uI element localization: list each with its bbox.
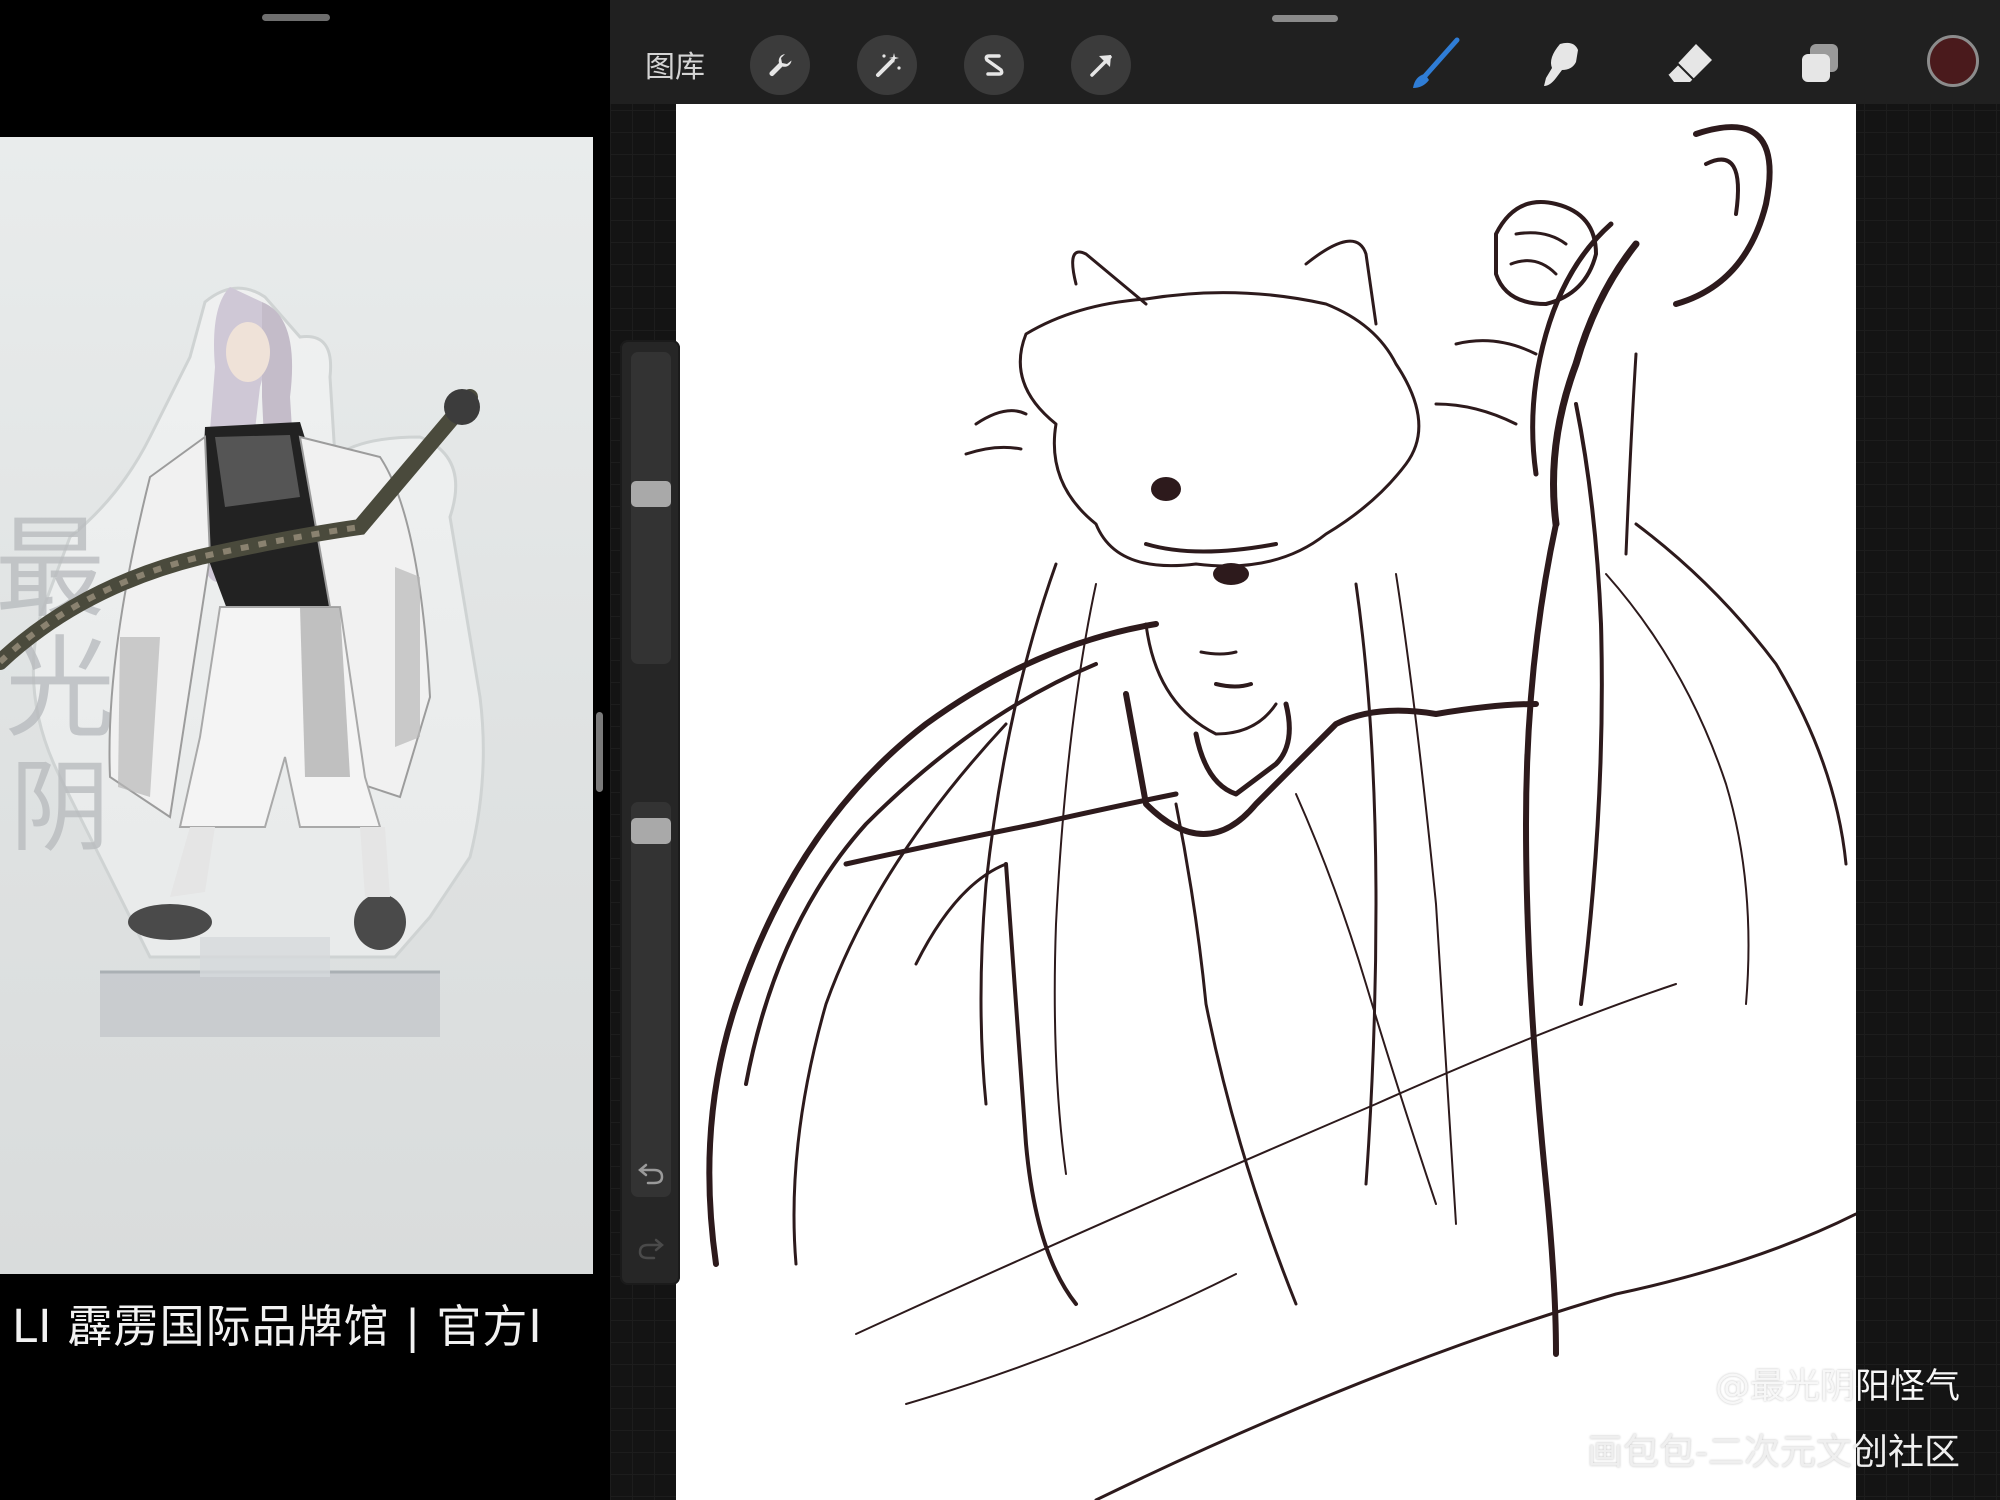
transform-arrow-icon — [1090, 55, 1112, 77]
reference-caption: LI 霹雳国际品牌馆 | 官方I — [12, 1300, 543, 1353]
reference-photo: 最 光 阴 — [0, 137, 593, 1274]
wrench-icon — [769, 54, 792, 76]
reference-photo-illustration: 最 光 阴 — [0, 286, 485, 1037]
selection-button[interactable] — [964, 35, 1024, 95]
magic-wand-icon — [876, 53, 901, 77]
gallery-button[interactable]: 图库 — [645, 42, 705, 86]
color-swatch[interactable] — [1927, 35, 1979, 87]
smudge-icon — [1544, 42, 1578, 86]
brush-icon — [1413, 37, 1460, 88]
top-toolbar: 图库 — [610, 0, 2000, 104]
redo-button[interactable] — [634, 1230, 668, 1264]
opacity-slider[interactable] — [631, 802, 671, 1197]
opacity-thumb[interactable] — [631, 818, 671, 844]
undo-button[interactable] — [634, 1155, 668, 1189]
brush-size-slider[interactable] — [631, 352, 671, 664]
selection-icon — [984, 54, 1004, 76]
procreate-pane: 图库 @最光阴阳怪气 画包包-二次元文创社区 — [610, 0, 2000, 1500]
undo-icon — [638, 1163, 664, 1185]
svg-text:阴: 阴 — [10, 749, 110, 866]
reference-pane: 最 光 阴 LI 霹雳国际品牌馆 | 官方I — [0, 0, 610, 1500]
watermark-author: @最光阴阳怪气 — [1714, 1367, 1960, 1407]
eraser-tool[interactable] — [1660, 32, 1720, 96]
sketch-drawing — [706, 124, 1856, 1500]
actions-button[interactable] — [750, 35, 810, 95]
multitasking-grabber-right[interactable] — [1272, 15, 1338, 22]
split-view-divider[interactable] — [596, 712, 603, 792]
eraser-icon — [1667, 44, 1712, 82]
multitasking-grabber[interactable] — [262, 14, 330, 21]
sidebar-controls — [620, 340, 680, 1285]
transform-button[interactable] — [1071, 35, 1131, 95]
brush-tool[interactable] — [1405, 32, 1465, 96]
brush-size-thumb[interactable] — [631, 480, 671, 507]
layers-button[interactable] — [1790, 32, 1850, 96]
watermark-site: 画包包-二次元文创社区 — [1587, 1432, 1960, 1473]
adjustments-button[interactable] — [857, 35, 917, 95]
smudge-tool[interactable] — [1532, 32, 1592, 96]
drawing-canvas[interactable] — [676, 104, 1856, 1500]
layers-icon — [1802, 44, 1838, 82]
redo-icon — [638, 1238, 664, 1260]
